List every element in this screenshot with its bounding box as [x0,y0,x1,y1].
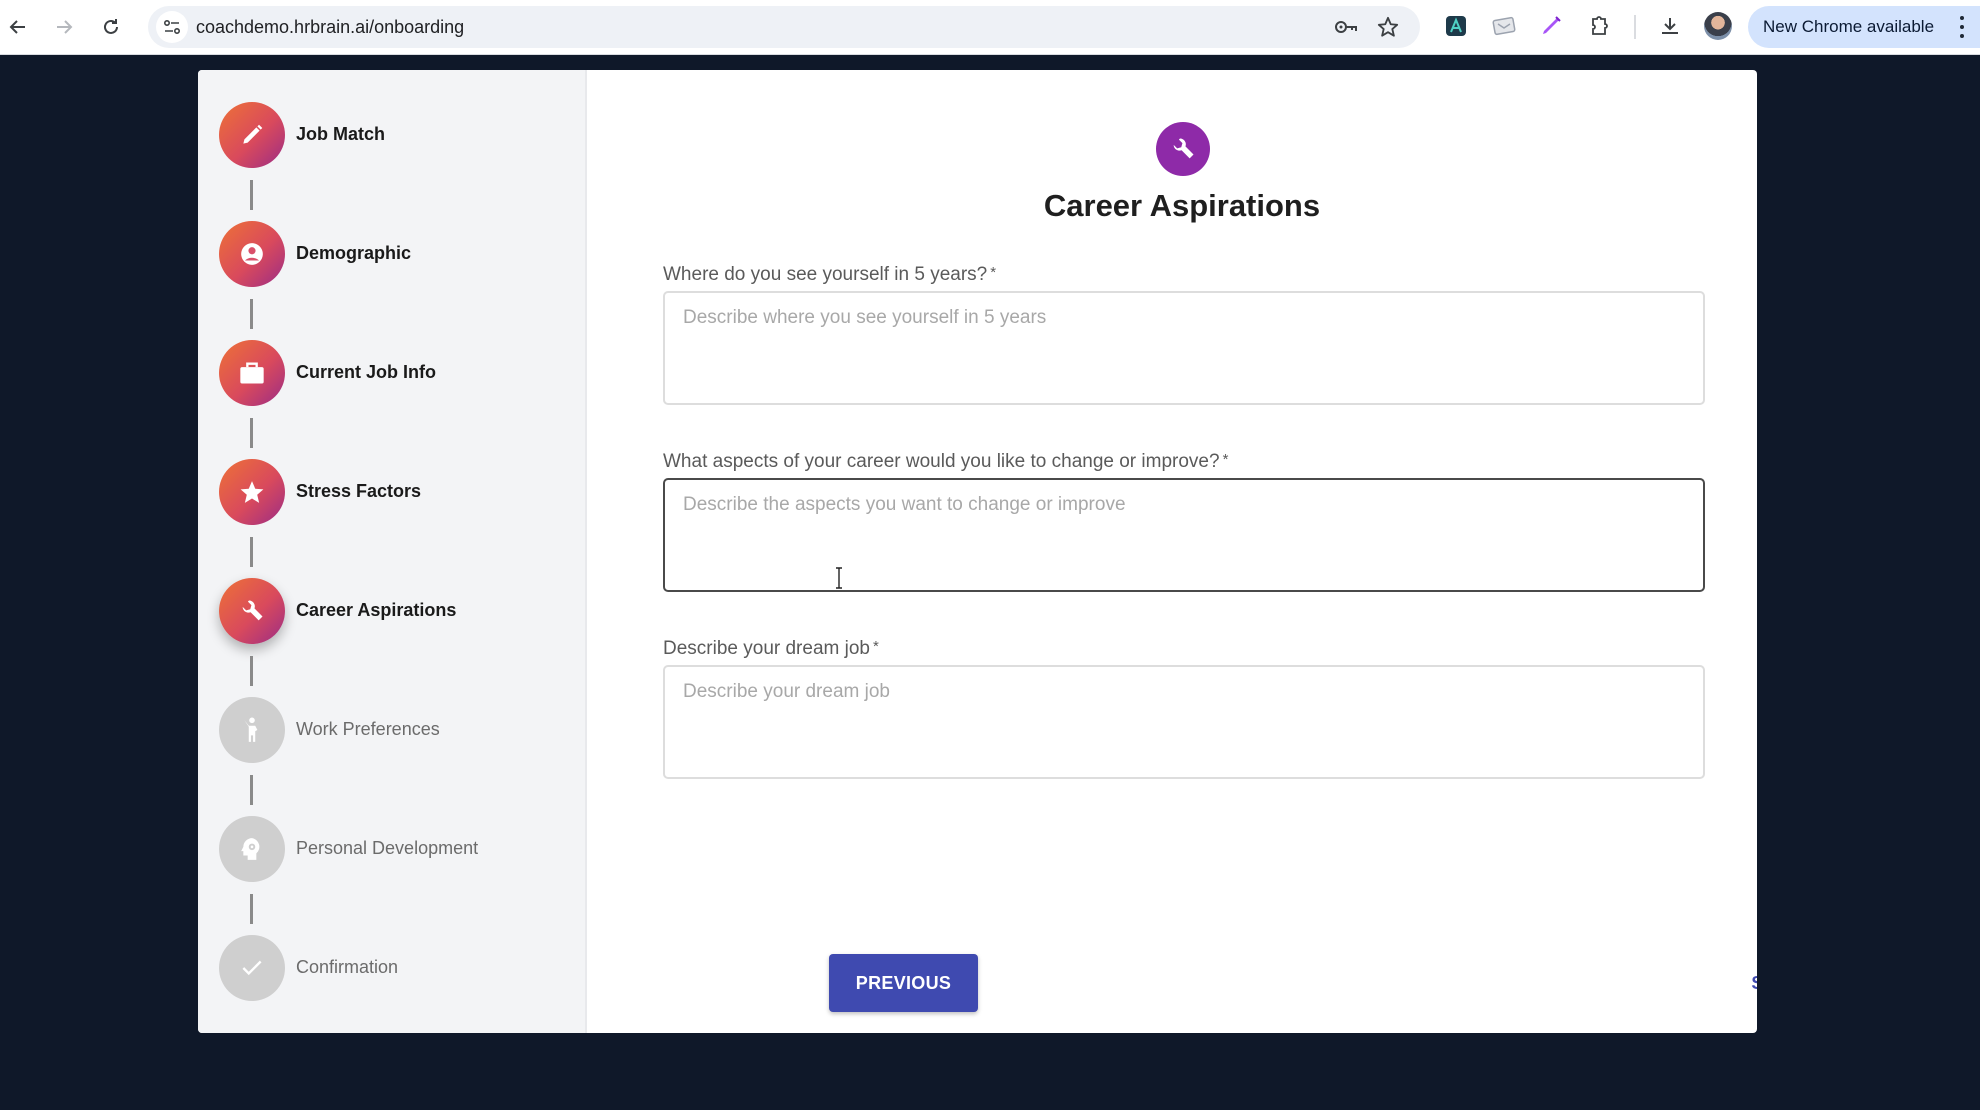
step-label: Personal Development [296,838,479,858]
five-year-label: Where do you see yourself in 5 years? * [663,264,997,285]
skip-button[interactable]: SKIP [1727,954,1757,1012]
step-connector [250,537,253,567]
reload-icon [104,19,118,34]
pencil-icon [243,124,263,144]
required-asterisk: * [1222,451,1229,468]
forward-button[interactable] [49,12,79,42]
step-label: Work Preferences [296,719,440,739]
step-badge [219,459,285,525]
forward-arrow-icon [57,20,73,34]
career-improvement-label: What aspects of your career would you li… [663,451,1229,472]
step-career-aspirations[interactable]: Career Aspirations [219,578,579,644]
step-connector [250,656,253,686]
step-label: Career Aspirations [296,600,457,620]
dream-job-label: Describe your dream job * [663,638,879,659]
browser-toolbar: coachdemo.hrbrain.ai/onboarding New Chro… [0,0,1980,55]
step-badge [219,578,285,644]
extension-a-icon[interactable] [1443,13,1469,39]
step-connector [250,775,253,805]
reload-button[interactable] [96,12,126,42]
wrench-icon [1173,138,1194,159]
step-label: Job Match [296,124,386,144]
required-asterisk: * [872,638,879,655]
person-waving-icon [244,717,258,742]
dream-job-input[interactable] [663,665,1705,779]
step-connector [250,418,253,448]
step-badge [219,697,285,763]
step-badge [219,340,285,406]
head-gear-icon [241,838,260,860]
step-personal-development[interactable]: Personal Development [219,816,579,882]
step-current-job-info[interactable]: Current Job Info [219,340,579,406]
step-connector [250,299,253,329]
required-asterisk: * [990,264,997,281]
step-badge [219,102,285,168]
step-work-preferences[interactable]: Work Preferences [219,697,579,763]
step-label: Confirmation [296,957,399,977]
toolbar-divider [1634,15,1636,39]
step-label: Current Job Info [296,362,436,382]
profile-avatar[interactable] [1704,12,1732,40]
star-icon [240,481,264,503]
five-year-vision-input[interactable] [663,291,1705,405]
more-menu-icon[interactable] [1956,14,1968,40]
back-button[interactable] [3,12,33,42]
checkmark-icon [242,960,262,976]
career-improvement-input[interactable] [663,478,1705,592]
site-info-icon [163,19,181,35]
text-cursor-icon [836,567,842,589]
step-connector [250,180,253,210]
step-job-match[interactable]: Job Match [219,102,579,168]
briefcase-icon [240,362,264,384]
extension-mail-icon[interactable] [1491,13,1517,39]
page-title: Career Aspirations [1043,188,1321,223]
section-badge [1156,122,1210,176]
bookmark-star-icon[interactable] [1376,15,1400,39]
account-circle-icon [241,243,263,265]
form-panel: Career Aspirations Where do you see your… [587,70,1757,1033]
extensions-puzzle-icon[interactable] [1586,13,1612,39]
new-chrome-available-button[interactable]: New Chrome available [1748,6,1980,48]
step-badge [219,221,285,287]
back-arrow-icon [9,20,25,34]
extension-pen-icon[interactable] [1538,13,1564,39]
step-label: Stress Factors [296,481,422,501]
download-icon[interactable] [1657,13,1683,39]
step-badge [219,816,285,882]
wrench-icon [242,600,263,621]
previous-button[interactable]: PREVIOUS [829,954,978,1012]
update-label: New Chrome available [1763,17,1935,36]
password-key-icon[interactable] [1334,15,1358,39]
step-stress-factors[interactable]: Stress Factors [219,459,579,525]
onboarding-card: Job Match Demographic Current Job Info S… [198,70,1757,1033]
stepper-sidebar: Job Match Demographic Current Job Info S… [198,70,587,1033]
step-confirmation[interactable]: Confirmation [219,935,579,1001]
step-demographic[interactable]: Demographic [219,221,579,287]
url-text[interactable]: coachdemo.hrbrain.ai/onboarding [196,17,464,38]
step-label: Demographic [296,243,412,263]
step-connector [250,894,253,924]
site-info-button[interactable] [156,11,188,43]
address-bar[interactable]: coachdemo.hrbrain.ai/onboarding [148,6,1420,48]
step-badge [219,935,285,1001]
